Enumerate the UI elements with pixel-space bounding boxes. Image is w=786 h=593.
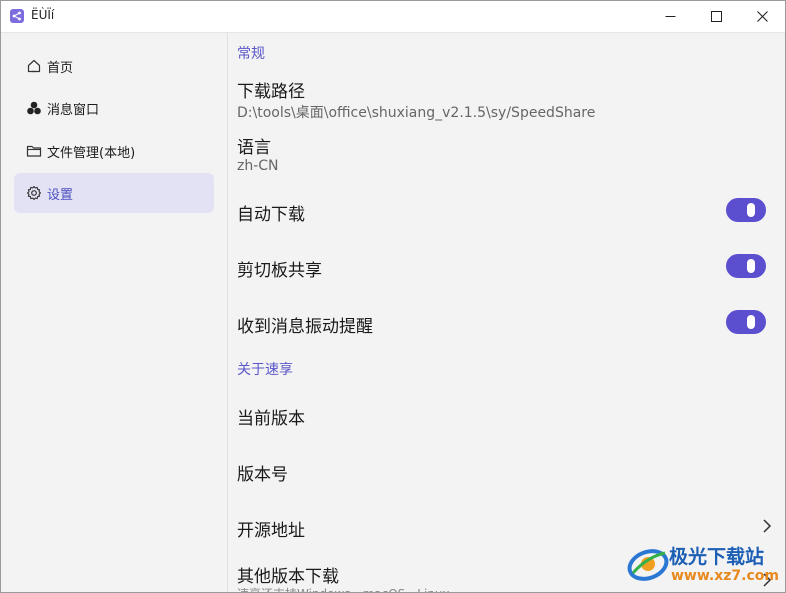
sidebar-item-files[interactable]: 文件管理(本地) — [14, 131, 214, 171]
sidebar-item-home[interactable]: 首页 — [14, 46, 214, 86]
open-source-link[interactable]: 开源地址 — [237, 516, 305, 541]
auto-download-label: 自动下载 — [237, 205, 305, 225]
download-path-label[interactable]: 下载路径 — [237, 77, 305, 102]
watermark-url: www.xz7.com — [671, 568, 779, 584]
sidebar-item-label: 设置 — [47, 187, 74, 203]
gear-icon — [25, 184, 43, 202]
site-watermark: 极光下载站 www.xz7.com — [625, 541, 785, 591]
section-about-title: 关于速享 — [237, 362, 293, 378]
toggle-knob — [747, 315, 755, 329]
window-title: ËÙÏí — [31, 8, 55, 22]
other-downloads-link[interactable]: 其他版本下载 — [237, 562, 339, 587]
settings-panel: 常规 下载路径 D:\tools\桌面\office\shuxiang_v2.1… — [227, 32, 785, 592]
section-general-title: 常规 — [237, 46, 265, 62]
current-version-label: 当前版本 — [237, 409, 305, 429]
other-downloads-sub: 速享还支持Windows、macOS、Linux — [237, 585, 450, 592]
watermark-logo-icon — [627, 543, 669, 587]
clipboard-share-toggle[interactable] — [726, 254, 766, 278]
messages-icon — [25, 99, 43, 117]
app-logo-icon — [10, 9, 24, 23]
language-label[interactable]: 语言 — [237, 133, 271, 158]
language-value: zh-CN — [237, 158, 279, 174]
maximize-button[interactable] — [693, 1, 739, 32]
sidebar-item-label: 消息窗口 — [47, 102, 100, 118]
folder-icon — [25, 142, 43, 160]
vibrate-label: 收到消息振动提醒 — [237, 317, 373, 337]
sidebar-nav: 首页 消息窗口 文件管理(本地) 设置 — [1, 32, 227, 592]
vibrate-toggle[interactable] — [726, 310, 766, 334]
download-path-value: D:\tools\桌面\office\shuxiang_v2.1.5\sy/Sp… — [237, 105, 596, 121]
clipboard-share-label: 剪切板共享 — [237, 261, 322, 281]
minimize-button[interactable] — [647, 1, 693, 32]
sidebar-item-label: 文件管理(本地) — [47, 145, 136, 161]
toggle-knob — [747, 203, 755, 217]
title-bar: ËÙÏí — [1, 1, 785, 32]
sidebar-item-label: 首页 — [47, 60, 74, 76]
app-window: ËÙÏí 首页 消息窗口 文件管理(本地) 设置 常规 下载路径 D:\tool… — [0, 0, 786, 593]
version-number-label: 版本号 — [237, 465, 288, 485]
close-button[interactable] — [739, 1, 785, 32]
toggle-knob — [747, 259, 755, 273]
sidebar-item-settings[interactable]: 设置 — [14, 173, 214, 213]
watermark-title: 极光下载站 — [669, 546, 765, 568]
sidebar-item-messages[interactable]: 消息窗口 — [14, 88, 214, 128]
chevron-right-icon[interactable] — [762, 518, 772, 538]
home-icon — [25, 57, 43, 75]
auto-download-toggle[interactable] — [726, 198, 766, 222]
